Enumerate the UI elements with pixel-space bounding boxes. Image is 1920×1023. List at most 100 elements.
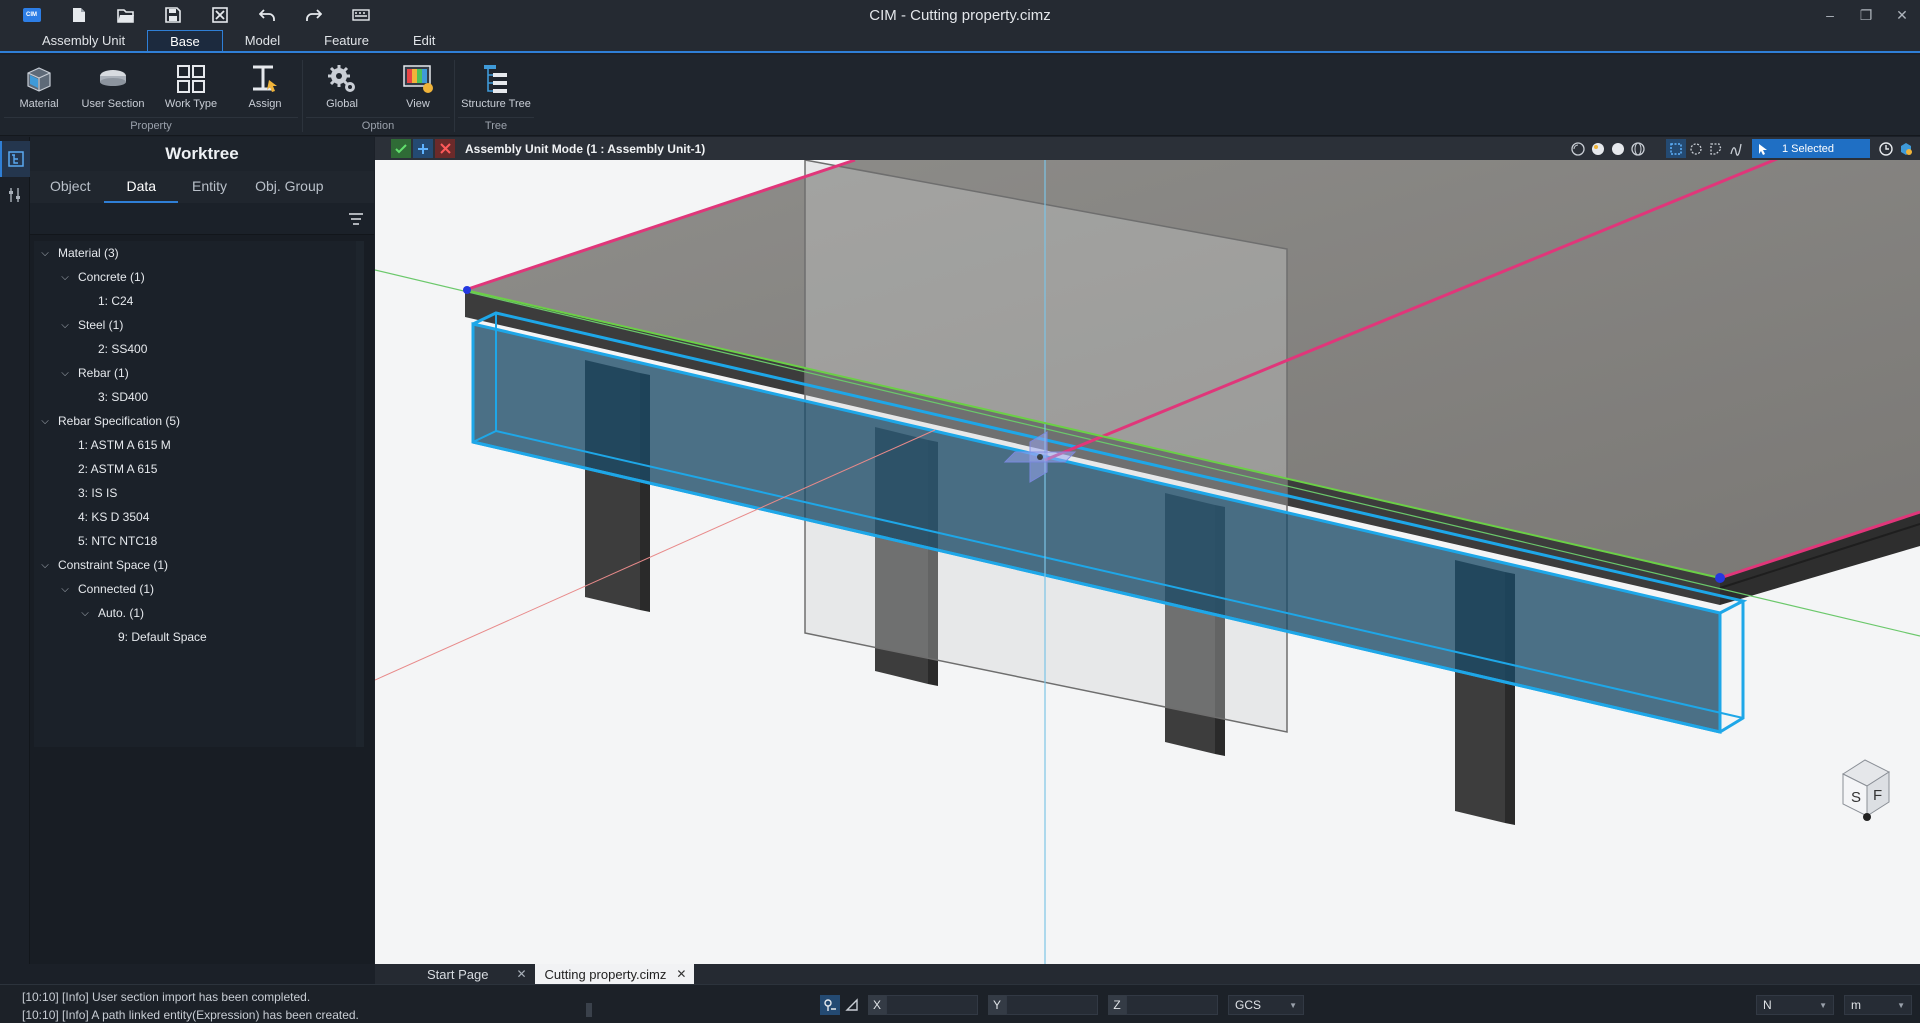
tree-leaf-ss400[interactable]: 2: SS400 xyxy=(98,337,147,361)
tree-node-concrete[interactable]: ⌵ Concrete (1) xyxy=(58,265,145,289)
tree-node-connected[interactable]: ⌵ Connected (1) xyxy=(58,577,154,601)
solid-button[interactable] xyxy=(1608,139,1628,158)
tree-leaf-c24[interactable]: 1: C24 xyxy=(98,289,133,313)
worktree-title: Worktree xyxy=(30,137,374,171)
tree-leaf-is-is[interactable]: 3: IS IS xyxy=(78,481,117,505)
render-mode-button[interactable] xyxy=(1568,139,1588,158)
chevron-down-icon[interactable]: ⌵ xyxy=(58,270,72,284)
wireframe-button[interactable] xyxy=(1628,139,1648,158)
log-message: [10:10] [Info] User section import has b… xyxy=(22,990,311,1004)
snap-point-button[interactable] xyxy=(820,995,840,1015)
restore-button[interactable]: ❐ xyxy=(1848,0,1884,30)
polygon-select-button[interactable] xyxy=(1706,139,1726,158)
tab-entity[interactable]: Entity xyxy=(178,171,241,203)
circle-select-button[interactable] xyxy=(1686,139,1706,158)
tree-leaf-sd400[interactable]: 3: SD400 xyxy=(98,385,148,409)
plus-icon xyxy=(418,143,428,154)
chevron-down-icon[interactable]: ⌵ xyxy=(38,558,52,572)
tab-base[interactable]: Base xyxy=(147,30,223,51)
doc-tab-start-page[interactable]: Start Page ✕ xyxy=(405,964,535,984)
log-scrollbar[interactable] xyxy=(586,991,594,1019)
tab-object[interactable]: Object xyxy=(36,171,104,203)
new-file-icon xyxy=(72,8,85,22)
user-section-icon xyxy=(100,70,126,86)
model-scene[interactable]: S F xyxy=(375,160,1920,964)
render-mode-icon xyxy=(1571,141,1585,156)
length-unit-select[interactable]: m ▼ xyxy=(1844,995,1912,1015)
vertex-marker[interactable] xyxy=(1715,573,1725,583)
shaded-sphere-icon xyxy=(1592,142,1604,155)
properties-panel-button[interactable] xyxy=(0,177,30,213)
assign-button[interactable]: Assign xyxy=(240,60,290,120)
tab-data[interactable]: Data xyxy=(104,171,179,203)
close-button[interactable]: ✕ xyxy=(1884,0,1920,30)
tree-leaf-ks-d-3504[interactable]: 4: KS D 3504 xyxy=(78,505,149,529)
sort-icon[interactable] xyxy=(348,212,364,225)
freehand-select-button[interactable] xyxy=(1726,139,1746,158)
material-button[interactable]: Material xyxy=(14,60,64,120)
chevron-down-icon[interactable]: ⌵ xyxy=(78,606,92,620)
worktree-panel-button[interactable] xyxy=(0,141,30,177)
tab-edit[interactable]: Edit xyxy=(391,30,457,51)
y-input[interactable] xyxy=(1006,995,1098,1015)
chevron-down-icon[interactable]: ⌵ xyxy=(38,414,52,428)
tab-feature[interactable]: Feature xyxy=(302,30,391,51)
z-coordinate: Z xyxy=(1108,995,1218,1015)
tree-node-rebar-specification[interactable]: ⌵ Rebar Specification (5) xyxy=(38,409,180,433)
undo-button[interactable] xyxy=(243,0,290,30)
doc-tab-cutting-property[interactable]: Cutting property.cimz ✕ xyxy=(534,964,695,984)
coordinate-system-select[interactable]: GCS ▼ xyxy=(1228,995,1304,1015)
z-input[interactable] xyxy=(1126,995,1218,1015)
ribbon-group-tree: Tree xyxy=(458,117,534,134)
global-button[interactable]: Global xyxy=(318,60,366,120)
tree-node-auto[interactable]: ⌵ Auto. (1) xyxy=(78,601,144,625)
tree-node-material[interactable]: ⌵ Material (3) xyxy=(38,241,118,265)
close-tab-icon[interactable]: ✕ xyxy=(516,967,526,981)
y-label: Y xyxy=(988,995,1006,1015)
tree-leaf-default-space[interactable]: 9: Default Space xyxy=(118,625,207,649)
tree-scrollbar[interactable] xyxy=(356,241,364,747)
keyboard-button[interactable] xyxy=(337,0,384,30)
work-type-button[interactable]: Work Type xyxy=(158,60,224,120)
tree-leaf-astm-a615[interactable]: 2: ASTM A 615 xyxy=(78,457,157,481)
chevron-down-icon[interactable]: ⌵ xyxy=(58,582,72,596)
shaded-button[interactable] xyxy=(1588,139,1608,158)
new-file-button[interactable] xyxy=(55,0,102,30)
chevron-down-icon[interactable]: ⌵ xyxy=(38,246,52,260)
box-select-button[interactable] xyxy=(1666,139,1686,158)
snap-point-icon xyxy=(824,999,836,1011)
selection-status[interactable]: 1 Selected xyxy=(1752,139,1870,158)
tree-leaf-ntc-ntc18[interactable]: 5: NTC NTC18 xyxy=(78,529,157,553)
user-section-button[interactable]: User Section xyxy=(78,60,148,120)
x-input[interactable] xyxy=(886,995,978,1015)
minimize-button[interactable]: – xyxy=(1812,0,1848,30)
tree-leaf-astm-a615m[interactable]: 1: ASTM A 615 M xyxy=(78,433,171,457)
redo-button[interactable] xyxy=(290,0,337,30)
tree-node-constraint-space[interactable]: ⌵ Constraint Space (1) xyxy=(38,553,168,577)
open-file-button[interactable] xyxy=(102,0,149,30)
3d-viewport[interactable]: Assembly Unit Mode (1 : Assembly Unit-1)… xyxy=(375,137,1920,964)
save-button[interactable] xyxy=(149,0,196,30)
chevron-down-icon[interactable]: ⌵ xyxy=(58,318,72,332)
chevron-down-icon[interactable]: ⌵ xyxy=(58,366,72,380)
tab-model[interactable]: Model xyxy=(223,30,302,51)
structure-tree-button[interactable]: Structure Tree xyxy=(456,60,536,120)
view-button[interactable]: View xyxy=(394,60,442,120)
close-file-button[interactable] xyxy=(196,0,243,30)
history-button[interactable] xyxy=(1876,139,1896,158)
confirm-button[interactable] xyxy=(391,139,411,158)
view-settings-button[interactable] xyxy=(1896,139,1916,158)
cancel-button[interactable] xyxy=(435,139,455,158)
snap-angle-button[interactable] xyxy=(842,995,862,1015)
app-menu-button[interactable]: CIM xyxy=(8,0,55,30)
force-unit-select[interactable]: N ▼ xyxy=(1756,995,1834,1015)
tab-obj-group[interactable]: Obj. Group xyxy=(241,171,337,203)
add-button[interactable] xyxy=(413,139,433,158)
tree-node-rebar[interactable]: ⌵ Rebar (1) xyxy=(58,361,128,385)
tree-node-steel[interactable]: ⌵ Steel (1) xyxy=(58,313,123,337)
viewport-tools: 1 Selected xyxy=(1568,137,1920,160)
close-tab-icon[interactable]: ✕ xyxy=(676,967,686,981)
vertex-marker[interactable] xyxy=(463,286,471,294)
tab-assembly-unit[interactable]: Assembly Unit xyxy=(20,30,147,51)
cursor-icon xyxy=(1759,143,1767,155)
